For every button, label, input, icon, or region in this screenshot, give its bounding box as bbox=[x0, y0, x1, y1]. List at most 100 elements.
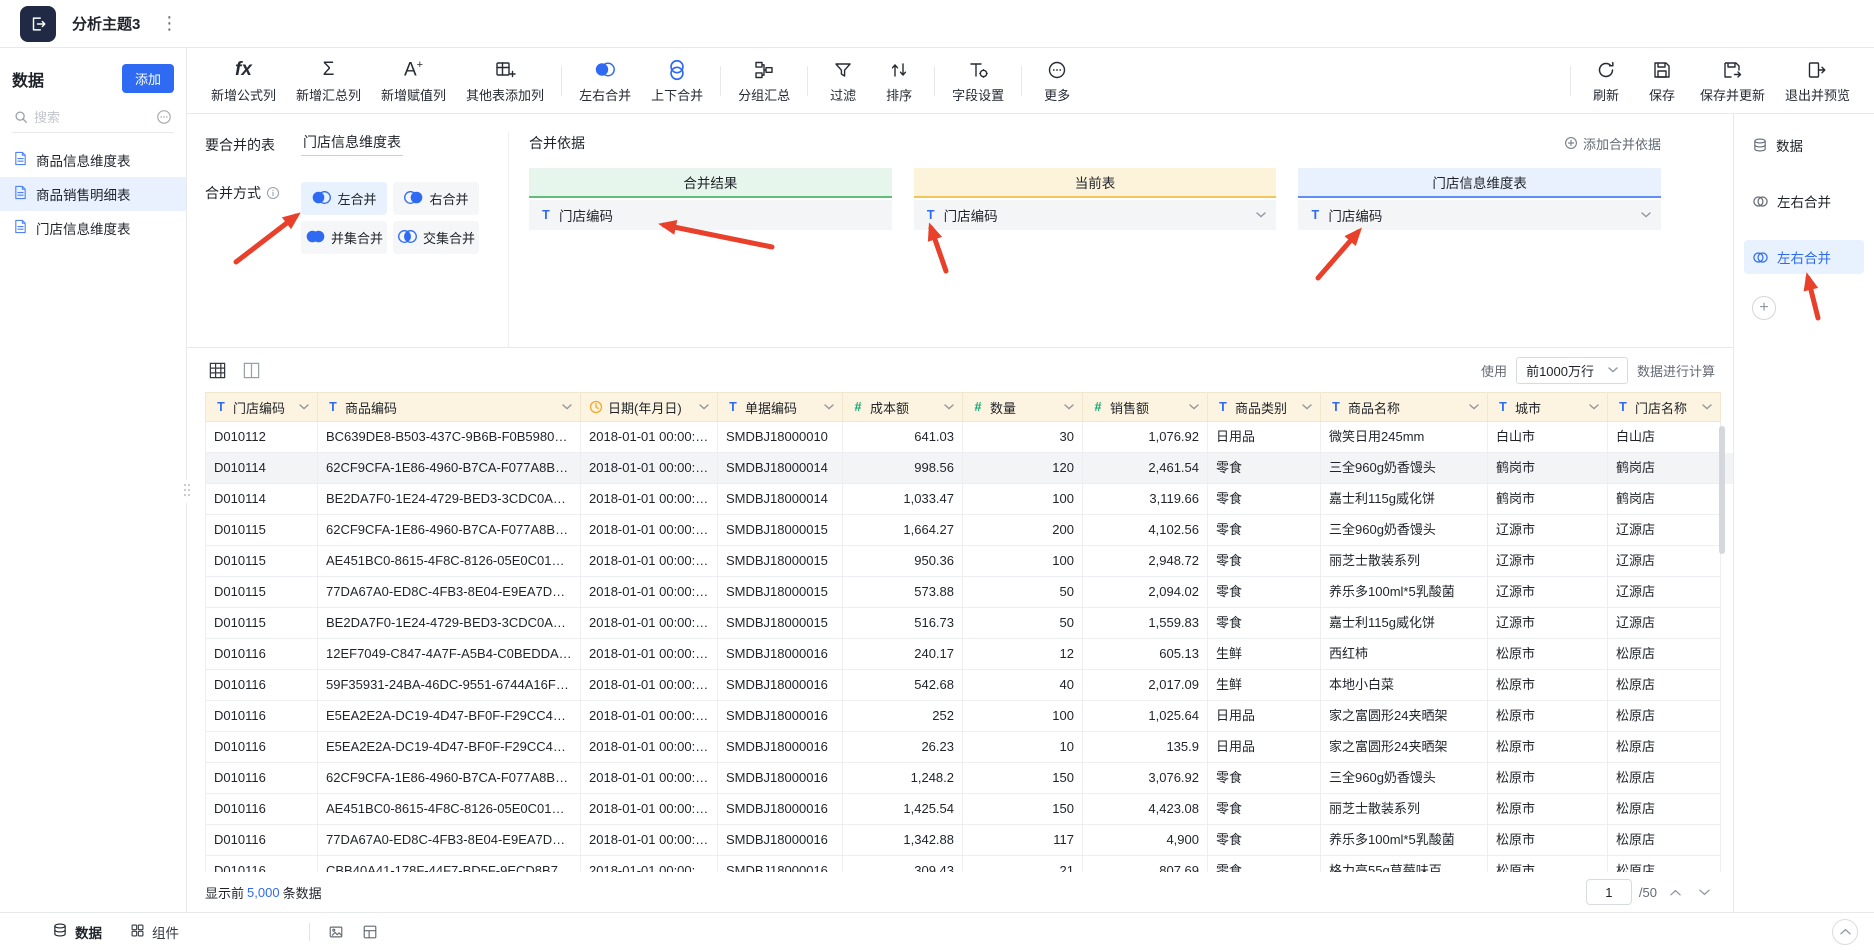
chevron-down-icon[interactable] bbox=[699, 404, 709, 410]
field-icon bbox=[967, 58, 989, 82]
sidebar-resize-handle[interactable] bbox=[183, 480, 191, 503]
page-input[interactable] bbox=[1586, 879, 1632, 905]
table-cell: 573.88 bbox=[843, 577, 963, 608]
table-cell: 240.17 bbox=[843, 639, 963, 670]
column-header-6[interactable]: #销售额 bbox=[1083, 392, 1208, 422]
table-doc-icon bbox=[13, 151, 28, 169]
bottombar-tab-components[interactable]: 组件 bbox=[130, 922, 179, 942]
collapse-edit-icon[interactable] bbox=[20, 6, 56, 42]
column-header-8[interactable]: T商品名称 bbox=[1321, 392, 1488, 422]
table-cell: 零食 bbox=[1208, 794, 1321, 825]
column-header-4[interactable]: #成本额 bbox=[843, 392, 963, 422]
toolbar-exit-and-preview[interactable]: 退出并预览 bbox=[1775, 54, 1860, 108]
target-table-select[interactable]: 门店信息维度表 bbox=[301, 132, 403, 156]
toolbar-add-formula-column[interactable]: fx新增公式列 bbox=[201, 54, 286, 108]
table-row: D01011562CF9CFA-1E86-4960-B7CA-F077A8BDD… bbox=[205, 515, 1733, 546]
toolbar-add-assign-column[interactable]: A+新增赋值列 bbox=[371, 54, 456, 108]
text-type-icon: T bbox=[1216, 400, 1230, 414]
toolbar-add-column-from-other-table[interactable]: 其他表添加列 bbox=[456, 54, 554, 108]
step-join-1[interactable]: 左右合并 bbox=[1744, 184, 1864, 218]
column-header-10[interactable]: T门店名称 bbox=[1608, 392, 1721, 422]
column-header-1[interactable]: T商品编码 bbox=[318, 392, 581, 422]
sidebar-table-0[interactable]: 商品信息维度表 bbox=[0, 143, 186, 177]
toolbar-sort[interactable]: 排序 bbox=[871, 54, 927, 108]
text-type-icon: T bbox=[1329, 400, 1343, 414]
chevron-down-icon[interactable] bbox=[1064, 404, 1074, 410]
toolbar-save-and-update[interactable]: 保存并更新 bbox=[1690, 54, 1775, 108]
chevron-down-icon[interactable] bbox=[944, 404, 954, 410]
toolbar-join-left-right[interactable]: 左右合并 bbox=[569, 54, 641, 108]
basis-field-1[interactable]: T门店编码 bbox=[914, 200, 1277, 230]
topbar: 分析主题3 ⋮ bbox=[0, 0, 1874, 48]
table-footer: 显示前 5,000 条数据 /50 bbox=[187, 872, 1733, 912]
table-cell: 松原市 bbox=[1488, 825, 1608, 856]
chevron-down-icon[interactable] bbox=[299, 404, 309, 410]
table-doc-icon bbox=[13, 185, 28, 203]
bottombar-tab-data[interactable]: 数据 bbox=[52, 922, 102, 942]
save-icon bbox=[1651, 58, 1673, 82]
method-right-join[interactable]: 右合并 bbox=[393, 182, 479, 215]
table-cell: 2018-01-01 00:00:00 bbox=[581, 484, 718, 515]
chevron-down-icon[interactable] bbox=[562, 404, 572, 410]
chevron-down-icon[interactable] bbox=[1469, 404, 1479, 410]
grid-view-toggle[interactable] bbox=[205, 358, 229, 382]
chevron-down-icon[interactable] bbox=[1302, 404, 1312, 410]
table-add-icon bbox=[494, 58, 516, 82]
more-menu-icon[interactable]: ⋮ bbox=[156, 13, 182, 34]
add-merge-basis-button[interactable]: 添加合并依据 bbox=[1564, 134, 1661, 153]
prev-page-button[interactable] bbox=[1664, 881, 1686, 903]
chevron-down-icon[interactable] bbox=[1641, 212, 1651, 218]
merge-basis-config: 合并依据 添加合并依据 合并结果T门店编码当前表T门店编码门店信息维度表T门店编… bbox=[509, 132, 1733, 347]
sidebar-table-1[interactable]: 商品销售明细表 bbox=[0, 177, 186, 211]
chevron-down-icon[interactable] bbox=[1189, 404, 1199, 410]
method-union-join[interactable]: 并集合并 bbox=[301, 221, 387, 254]
step-data[interactable]: 数据 bbox=[1744, 128, 1864, 162]
chevron-down-icon[interactable] bbox=[1589, 404, 1599, 410]
add-table-button[interactable]: 添加 bbox=[122, 64, 174, 93]
table-cell: D010116 bbox=[205, 825, 318, 856]
column-header-2[interactable]: 日期(年月日) bbox=[581, 392, 718, 422]
toolbar-refresh[interactable]: 刷新 bbox=[1578, 54, 1634, 108]
method-intersect-join[interactable]: 交集合并 bbox=[393, 221, 479, 254]
column-header-3[interactable]: T单据编码 bbox=[718, 392, 843, 422]
search-options-icon[interactable] bbox=[156, 109, 172, 125]
add-step-button[interactable]: + bbox=[1752, 296, 1776, 320]
table-cell: 本地小白菜 bbox=[1321, 670, 1488, 701]
toolbar-save[interactable]: 保存 bbox=[1634, 54, 1690, 108]
chevron-down-icon[interactable] bbox=[824, 404, 834, 410]
table-view-icon[interactable] bbox=[362, 924, 378, 940]
toolbar-union-top-bottom[interactable]: 上下合并 bbox=[641, 54, 713, 108]
column-header-9[interactable]: T城市 bbox=[1488, 392, 1608, 422]
table-cell: D010116 bbox=[205, 639, 318, 670]
chevron-down-icon[interactable] bbox=[1256, 212, 1266, 218]
toolbar-more[interactable]: 更多 bbox=[1029, 54, 1085, 108]
image-view-icon[interactable] bbox=[328, 924, 344, 940]
table-cell: 零食 bbox=[1208, 453, 1321, 484]
next-page-button[interactable] bbox=[1693, 881, 1715, 903]
column-header-7[interactable]: T商品类别 bbox=[1208, 392, 1321, 422]
number-type-icon: # bbox=[1091, 400, 1105, 414]
chevron-down-icon[interactable] bbox=[1702, 404, 1712, 410]
split-view-toggle[interactable] bbox=[239, 358, 263, 382]
table-cell: 2018-01-01 00:00:00 bbox=[581, 453, 718, 484]
table-scrollbar[interactable] bbox=[1719, 426, 1725, 554]
column-header-0[interactable]: T门店编码 bbox=[205, 392, 318, 422]
method-left-join[interactable]: 左合并 bbox=[301, 182, 387, 215]
table-cell: 998.56 bbox=[843, 453, 963, 484]
step-label: 数据 bbox=[1776, 135, 1803, 155]
search-input[interactable] bbox=[34, 110, 150, 125]
toolbar-group-summary[interactable]: 分组汇总 bbox=[728, 54, 800, 108]
column-header-5[interactable]: #数量 bbox=[963, 392, 1083, 422]
table-cell: 252 bbox=[843, 701, 963, 732]
sidebar-table-2[interactable]: 门店信息维度表 bbox=[0, 211, 186, 245]
table-cell: 77DA67A0-ED8C-4FB3-8E04-E9EA7DD96... bbox=[318, 577, 581, 608]
toolbar-filter[interactable]: 过滤 bbox=[815, 54, 871, 108]
collapse-bottombar-icon[interactable] bbox=[1832, 919, 1858, 945]
basis-field-2[interactable]: T门店编码 bbox=[1298, 200, 1661, 230]
basis-field-0[interactable]: T门店编码 bbox=[529, 200, 892, 230]
row-limit-dropdown[interactable]: 前1000万行 bbox=[1516, 357, 1628, 384]
toolbar-add-summary-column[interactable]: Σ新增汇总列 bbox=[286, 54, 371, 108]
table-cell: 松原店 bbox=[1608, 856, 1721, 872]
step-join-2[interactable]: 左右合并 bbox=[1744, 240, 1864, 274]
toolbar-field-settings[interactable]: 字段设置 bbox=[942, 54, 1014, 108]
